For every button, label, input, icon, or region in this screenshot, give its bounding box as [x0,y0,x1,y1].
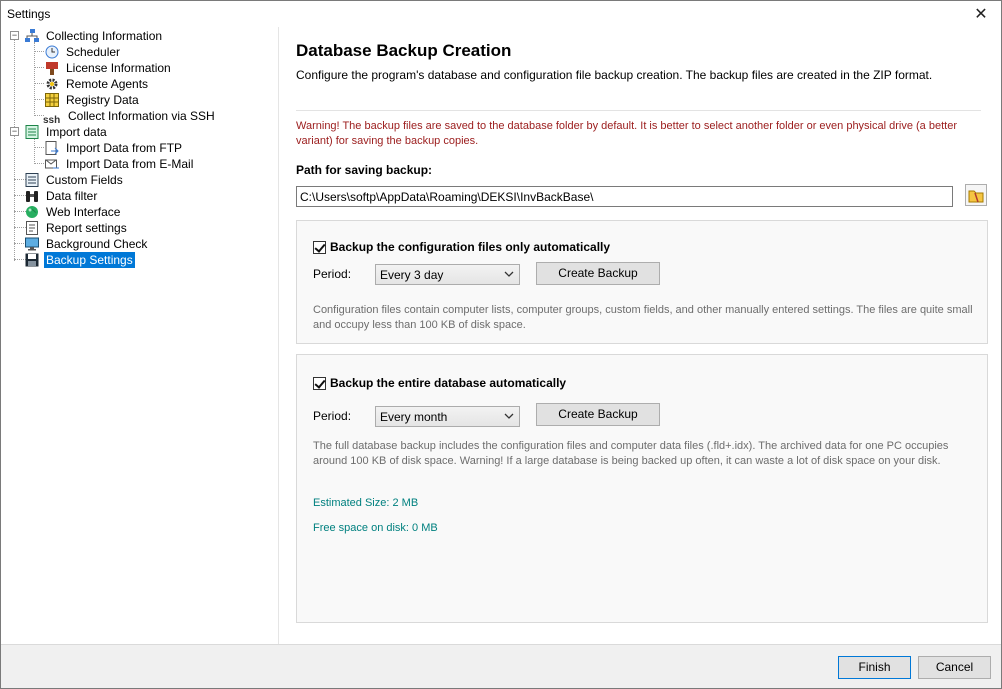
tree-item-collect-information-ssh[interactable]: ssh Collect Information via SSH [43,108,217,126]
cancel-button[interactable]: Cancel [918,656,991,679]
page-title: Database Backup Creation [296,41,512,60]
config-backup-checkbox[interactable]: Backup the configuration files only auto… [313,240,610,254]
tree-item-remote-agents[interactable]: Remote Agents [45,76,150,92]
tree-item-data-filter[interactable]: Data filter [25,188,99,204]
window-title: Settings [7,7,51,21]
config-period-label: Period: [313,267,352,281]
network-icon [25,29,39,43]
page-description: Configure the program's database and con… [296,68,933,82]
tree-item-label: Registry Data [66,93,139,107]
warning-text: Warning! The backup files are saved to t… [296,120,957,147]
tree-item-license-information[interactable]: License Information [45,60,173,76]
tree-line [34,147,44,148]
tree-item-import-email[interactable]: Import Data from E-Mail [45,156,195,172]
tree-item-label: Import Data from FTP [66,141,183,155]
database-backup-note: The full database backup includes the co… [313,440,949,467]
tree-item-label: Import Data from E-Mail [66,157,194,171]
free-space: Free space on disk: 0 MB [313,522,438,534]
tree-item-scheduler[interactable]: Scheduler [45,44,122,60]
tree-item-background-check[interactable]: Background Check [25,236,149,252]
tree-item-label: Backup Settings [44,252,135,268]
checkbox-checked-icon[interactable] [313,240,326,254]
globe-icon [25,205,39,219]
tree-line [34,138,35,164]
create-config-backup-button[interactable]: Create Backup [536,262,660,285]
database-backup-checkbox[interactable]: Backup the entire database automatically [313,376,566,390]
folder-icon [968,190,984,203]
database-period-label: Period: [313,409,352,423]
ftp-icon [45,141,59,155]
tree-item-label: License Information [66,61,171,75]
monitor-icon [25,237,39,251]
checkbox-checked-icon[interactable] [313,376,326,390]
title-bar: Settings ✕ [1,1,1001,27]
tree-item-label: Remote Agents [66,77,149,91]
dialog-footer: Finish Cancel [1,644,1001,688]
tree-line [34,67,44,68]
database-period-value: Every month [380,410,448,424]
tree-item-report-settings[interactable]: Report settings [25,220,129,236]
tree-expander[interactable]: − [10,31,19,40]
report-icon [25,221,39,235]
import-icon [25,125,39,139]
grid-icon [45,93,59,107]
database-backup-label: Backup the entire database automatically [330,376,567,390]
list-icon [25,173,39,187]
database-period-select[interactable]: Every month [375,406,520,427]
chevron-down-icon [504,413,514,419]
tree-item-registry-data[interactable]: Registry Data [45,92,141,108]
backup-path-input[interactable] [296,186,953,207]
config-backup-label: Backup the configuration files only auto… [330,240,611,254]
browse-folder-button[interactable] [965,184,987,206]
config-period-select[interactable]: Every 3 day [375,264,520,285]
config-backup-note: Configuration files contain computer lis… [313,304,973,331]
tree-expander[interactable]: − [10,127,19,136]
estimated-size: Estimated Size: 2 MB [313,497,419,509]
tree-item-label: Report settings [46,221,127,235]
tree-item-label: Background Check [46,237,148,251]
tree-item-import-data[interactable]: Import data [25,124,109,140]
license-icon [45,61,59,75]
tree-line [34,99,44,100]
finish-button[interactable]: Finish [838,656,911,679]
config-period-value: Every 3 day [380,268,444,282]
settings-tree: − − Collecting Information Scheduler Lic… [1,27,279,644]
tree-item-label: Scheduler [66,45,121,59]
tree-line [34,163,44,164]
close-icon[interactable]: ✕ [971,4,991,24]
clock-icon [45,45,59,59]
tree-line [34,83,44,84]
tree-item-label: Custom Fields [46,173,123,187]
tree-item-label: Import data [46,125,107,139]
gear-icon [45,77,59,91]
backup-settings-pane: Database Backup Creation Configure the p… [280,27,1001,644]
tree-item-import-ftp[interactable]: Import Data from FTP [45,140,184,156]
tree-item-label: Web Interface [46,205,121,219]
create-database-backup-button[interactable]: Create Backup [536,403,660,426]
tree-item-label: Data filter [46,189,98,203]
tree-item-web-interface[interactable]: Web Interface [25,204,122,220]
tree-line [34,51,44,52]
tree-line [34,42,35,116]
database-backup-panel: Backup the entire database automatically… [296,354,988,623]
tree-item-collecting-information[interactable]: Collecting Information [25,28,164,44]
chevron-down-icon [504,271,514,277]
divider [296,110,981,111]
binoculars-icon [25,189,39,203]
config-backup-panel: Backup the configuration files only auto… [296,220,988,344]
settings-window: Settings ✕ − − Collecting Information Sc… [0,0,1002,689]
floppy-icon [25,253,39,267]
tree-item-custom-fields[interactable]: Custom Fields [25,172,125,188]
email-import-icon [45,157,59,171]
tree-item-backup-settings[interactable]: Backup Settings [25,252,135,268]
tree-item-label: Collect Information via SSH [68,109,215,123]
path-label: Path for saving backup: [296,163,433,177]
tree-item-label: Collecting Information [46,29,163,43]
